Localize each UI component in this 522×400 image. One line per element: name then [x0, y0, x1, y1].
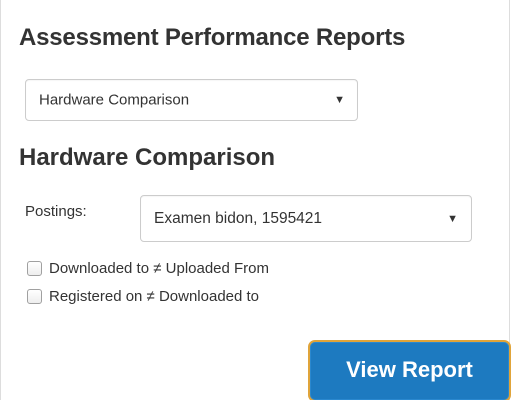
checkbox[interactable]	[27, 261, 42, 276]
page-title: Assessment Performance Reports	[19, 24, 406, 51]
view-report-button[interactable]: View Report	[308, 340, 511, 400]
checkbox-label: Downloaded to ≠ Uploaded From	[49, 260, 270, 277]
postings-label: Postings:	[25, 203, 87, 220]
triangle-down-icon: ▼	[334, 94, 345, 106]
report-type-select[interactable]: Hardware Comparison ▼	[25, 79, 358, 121]
filter-registered-downloaded[interactable]: Registered on ≠ Downloaded to	[27, 288, 259, 305]
report-type-selected-value: Hardware Comparison	[39, 91, 190, 109]
filter-downloaded-uploaded[interactable]: Downloaded to ≠ Uploaded From	[27, 260, 269, 277]
postings-selected-value: Examen bidon, 1595421	[154, 209, 323, 227]
report-panel: Assessment Performance Reports Hardware …	[0, 0, 511, 400]
postings-select[interactable]: Examen bidon, 1595421 ▼	[140, 195, 472, 242]
checkbox[interactable]	[27, 289, 42, 304]
section-title: Hardware Comparison	[19, 144, 276, 171]
triangle-down-icon: ▼	[447, 212, 458, 225]
checkbox-label: Registered on ≠ Downloaded to	[49, 288, 260, 305]
